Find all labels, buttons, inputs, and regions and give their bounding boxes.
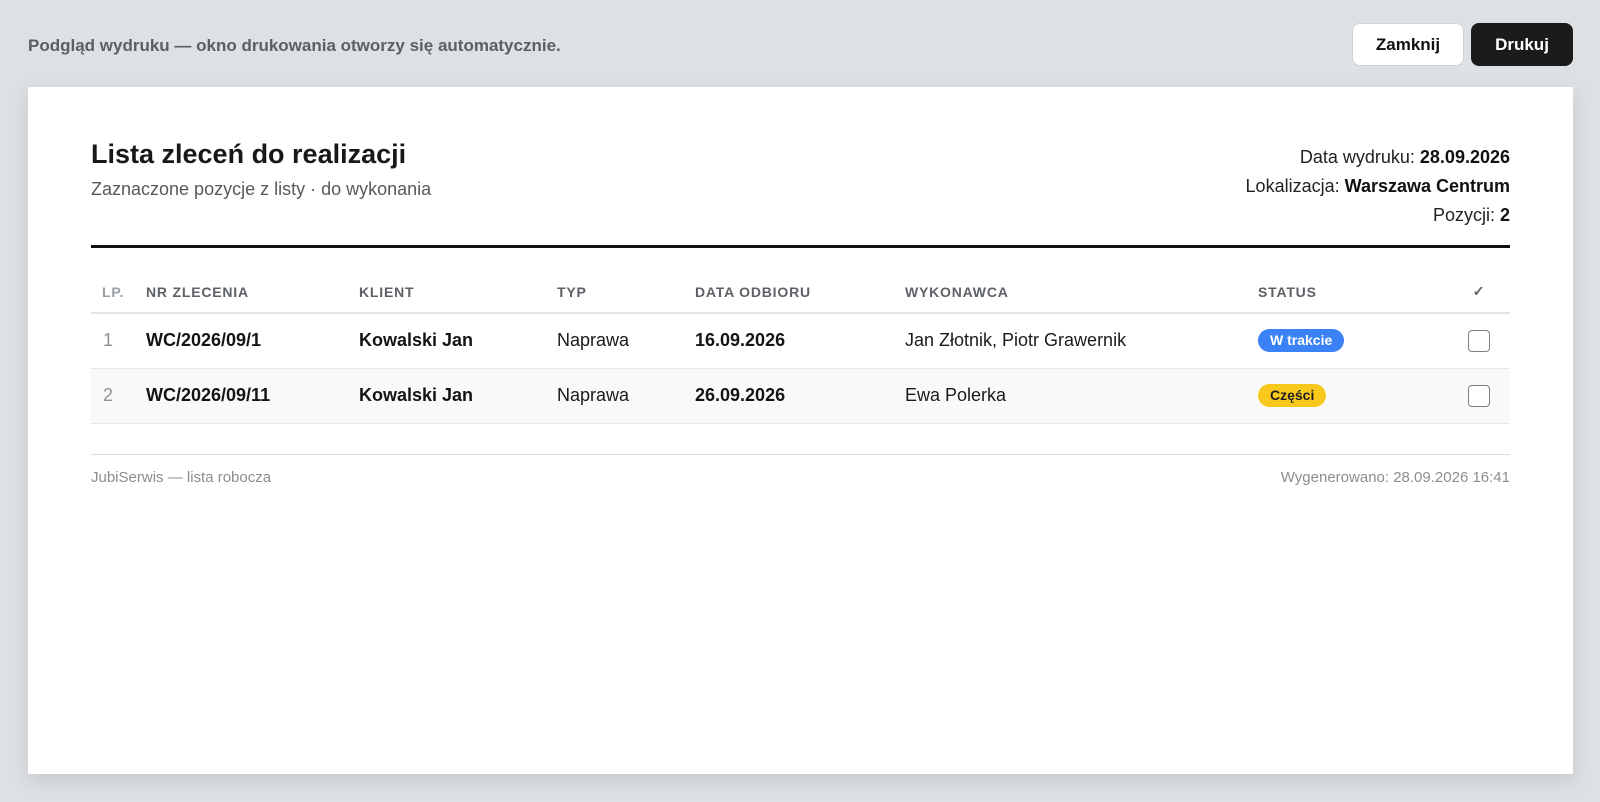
row-status: Części	[1258, 368, 1448, 424]
header-client: KLIENT	[359, 271, 557, 314]
row-check-cell	[1448, 368, 1510, 424]
document-subtitle: Zaznaczone pozycje z listy · do wykonani…	[91, 179, 432, 199]
print-sheet: Lista zleceń do realizacji Zaznaczone po…	[28, 87, 1573, 774]
table-row: 2 WC/2026/09/11 Kowalski Jan Naprawa 26.…	[91, 368, 1510, 424]
footer-app-name: JubiSerwis — lista robocza	[91, 469, 272, 486]
row-status: W trakcie	[1258, 313, 1448, 369]
count-line: Pozycji: 2	[1246, 201, 1510, 230]
row-contractor: Ewa Polerka	[905, 368, 1258, 424]
count-value: 2	[1499, 205, 1510, 225]
row-checkbox[interactable]	[1468, 384, 1490, 407]
row-pickup-date: 16.09.2026	[695, 313, 905, 369]
footer-divider	[91, 454, 1510, 455]
table-row: 1 WC/2026/09/1 Kowalski Jan Naprawa 16.0…	[91, 313, 1510, 369]
table-header-row: LP. NR ZLECENIA KLIENT TYP DATA ODBIORU …	[91, 271, 1510, 314]
header-contractor: WYKONAWCA	[905, 271, 1258, 314]
print-date-label: Data wydruku:	[1299, 147, 1415, 167]
document-meta: Data wydruku: 28.09.2026 Lokalizacja: Wa…	[1246, 143, 1510, 230]
row-checkbox[interactable]	[1468, 329, 1490, 352]
preview-notice: Podgląd wydruku — okno drukowania otworz…	[28, 36, 561, 55]
count-label: Pozycji:	[1432, 205, 1495, 225]
status-badge: Części	[1258, 384, 1327, 407]
row-lp: 2	[91, 368, 146, 424]
row-client: Kowalski Jan	[359, 313, 557, 369]
header-lp: LP.	[91, 271, 146, 314]
row-lp: 1	[91, 313, 146, 369]
header-status: STATUS	[1258, 271, 1448, 314]
header-check: ✓	[1448, 271, 1510, 314]
header-type: TYP	[557, 271, 695, 314]
print-button[interactable]: Drukuj	[1471, 23, 1573, 66]
row-check-cell	[1448, 313, 1510, 369]
print-date-line: Data wydruku: 28.09.2026	[1246, 143, 1510, 172]
row-contractor: Jan Złotnik, Piotr Grawernik	[905, 313, 1258, 369]
header-order-no: NR ZLECENIA	[146, 271, 359, 314]
location-label: Lokalizacja:	[1245, 176, 1340, 196]
print-preview-toolbar: Podgląd wydruku — okno drukowania otworz…	[0, 0, 1600, 88]
row-order-no: WC/2026/09/1	[146, 313, 359, 369]
orders-table: LP. NR ZLECENIA KLIENT TYP DATA ODBIORU …	[91, 271, 1510, 424]
row-pickup-date: 26.09.2026	[695, 368, 905, 424]
close-button[interactable]: Zamknij	[1352, 23, 1464, 66]
row-order-no: WC/2026/09/11	[146, 368, 359, 424]
status-badge: W trakcie	[1258, 329, 1345, 353]
location-line: Lokalizacja: Warszawa Centrum	[1246, 172, 1510, 201]
print-date-value: 28.09.2026	[1419, 147, 1510, 167]
footer-generated-at: Wygenerowano: 28.09.2026 16:41	[1280, 469, 1510, 486]
location-value: Warszawa Centrum	[1344, 176, 1510, 196]
header-pickup-date: DATA ODBIORU	[695, 271, 905, 314]
row-type: Naprawa	[557, 313, 695, 369]
row-type: Naprawa	[557, 368, 695, 424]
document-title: Lista zleceń do realizacji	[91, 139, 407, 169]
row-client: Kowalski Jan	[359, 368, 557, 424]
header-divider	[91, 245, 1510, 248]
